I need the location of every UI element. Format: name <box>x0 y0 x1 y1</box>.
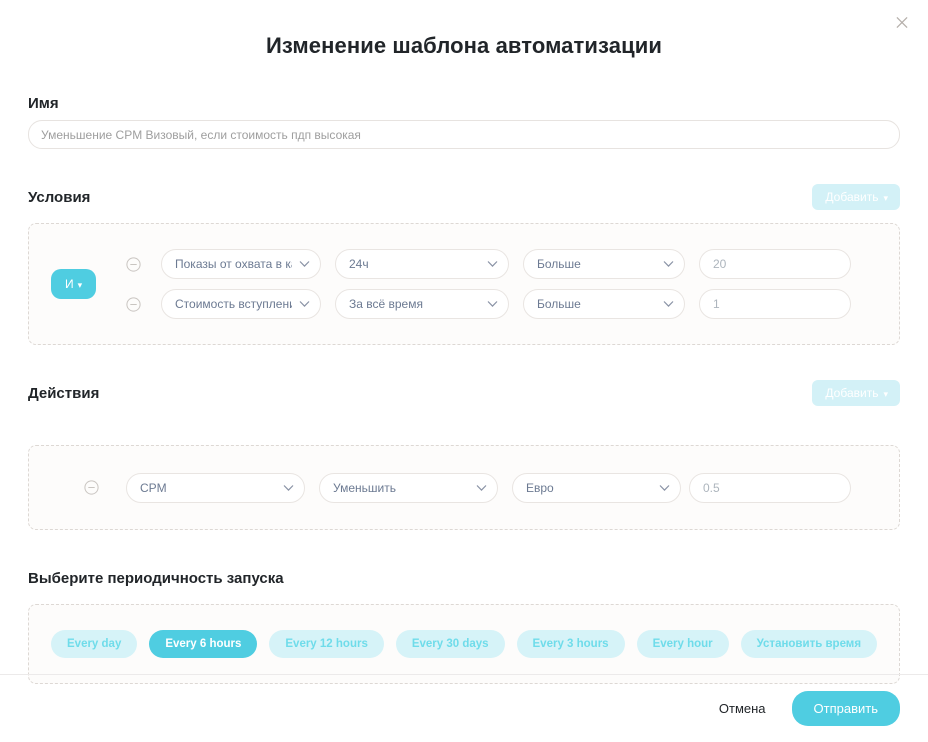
condition-metric-select[interactable]: Стоимость вступления (CP <box>161 289 321 319</box>
chevron-down-icon: ▾ <box>77 280 83 290</box>
conditions-add-button[interactable]: Добавить ▾ <box>812 184 900 210</box>
condition-remove-button[interactable] <box>125 296 141 312</box>
periodicity-option-every-12-hours[interactable]: Every 12 hours <box>269 630 384 658</box>
condition-metric-value: Стоимость вступления (CP <box>175 297 292 311</box>
logic-operator-column: И ▾ <box>51 269 125 299</box>
page-title: Изменение шаблона автоматизации <box>266 33 662 58</box>
condition-comparison-value: Больше <box>537 297 581 311</box>
condition-row: Показы от охвата в канале 24ч Больше <box>125 249 877 279</box>
close-icon <box>896 16 908 28</box>
action-unit-select[interactable]: Евро <box>512 472 681 503</box>
periodicity-panel: Every day Every 6 hours Every 12 hours E… <box>28 604 900 684</box>
actions-header: Действия Добавить ▾ <box>28 379 900 407</box>
action-remove-button[interactable] <box>83 480 99 496</box>
periodicity-option-every-30-days[interactable]: Every 30 days <box>395 630 505 658</box>
condition-period-select[interactable]: 24ч <box>335 249 509 279</box>
condition-comparison-select[interactable]: Больше <box>523 289 685 319</box>
condition-period-select[interactable]: За всё время <box>335 289 509 319</box>
chevron-down-icon <box>283 484 294 491</box>
condition-metric-select[interactable]: Показы от охвата в канале <box>161 249 321 279</box>
logic-operator-label: И <box>65 277 74 291</box>
close-button[interactable] <box>890 10 914 34</box>
chevron-down-icon <box>299 301 310 307</box>
condition-value-input[interactable] <box>699 289 851 319</box>
condition-metric-value: Показы от охвата в канале <box>175 257 292 271</box>
conditions-group: И▾ Показы от охвата в канале <box>51 249 877 319</box>
conditions-header: Условия Добавить ▾ <box>28 183 900 211</box>
submit-button[interactable]: Отправить <box>791 691 900 726</box>
chevron-down-icon <box>476 484 487 491</box>
periodicity-header: Выберите периодичность запуска <box>28 564 900 592</box>
chevron-down-icon <box>663 301 674 307</box>
condition-period-value: 24ч <box>349 257 369 271</box>
chevron-down-icon <box>487 301 498 307</box>
footer: Отмена Отправить <box>0 675 928 742</box>
chevron-down-icon <box>299 261 310 267</box>
conditions-title: Условия <box>28 188 91 206</box>
periodicity-option-set-time[interactable]: Установить время <box>740 630 878 658</box>
chevron-down-icon: ▾ <box>883 389 888 399</box>
conditions-add-label: Добавить <box>825 190 879 204</box>
action-operation-select[interactable]: Уменьшить <box>319 472 498 503</box>
condition-comparison-value: Больше <box>537 257 581 271</box>
periodicity-option-every-hour[interactable]: Every hour <box>636 630 729 658</box>
cancel-button[interactable]: Отмена <box>715 695 770 722</box>
logic-operator-button[interactable]: И ▾ <box>51 269 97 299</box>
periodicity-option-every-3-hours[interactable]: Every 3 hours <box>516 630 625 658</box>
conditions-panel: И▾ Показы от охвата в канале <box>28 223 900 345</box>
condition-row: Стоимость вступления (CP За всё время Бо… <box>125 289 877 319</box>
action-unit-value: Евро <box>526 480 554 495</box>
action-parameter-select[interactable]: CPM <box>126 472 305 503</box>
action-value-input[interactable] <box>689 472 851 503</box>
chevron-down-icon <box>659 484 670 491</box>
name-field-label: Имя <box>28 95 59 112</box>
chevron-down-icon: ▾ <box>883 193 888 203</box>
condition-period-value: За всё время <box>349 297 423 311</box>
actions-panel: CPM Уменьшить Евро <box>28 445 900 530</box>
periodicity-option-every-6-hours[interactable]: Every 6 hours <box>149 630 258 658</box>
condition-rows: Показы от охвата в канале 24ч Больше <box>125 249 877 319</box>
periodicity-option-every-day[interactable]: Every day <box>51 630 138 658</box>
minus-circle-icon <box>125 296 141 312</box>
action-parameter-value: CPM <box>140 480 167 495</box>
chevron-down-icon <box>663 261 674 267</box>
chevron-down-icon <box>487 261 498 267</box>
actions-add-label: Добавить <box>825 386 879 400</box>
actions-add-button[interactable]: Добавить ▾ <box>812 380 900 406</box>
minus-circle-icon <box>83 480 99 495</box>
minus-circle-icon <box>125 256 141 272</box>
periodicity-options: Every day Every 6 hours Every 12 hours E… <box>51 630 878 658</box>
actions-title: Действия <box>28 384 100 402</box>
name-input[interactable] <box>28 120 900 149</box>
condition-value-input[interactable] <box>699 249 851 279</box>
condition-remove-button[interactable] <box>125 256 141 272</box>
condition-comparison-select[interactable]: Больше <box>523 249 685 279</box>
modal-body: Имя Условия Добавить▾ И▾ <box>0 95 928 684</box>
action-operation-value: Уменьшить <box>333 480 396 495</box>
action-row: CPM Уменьшить Евро <box>51 472 851 503</box>
periodicity-title: Выберите периодичность запуска <box>28 569 284 587</box>
